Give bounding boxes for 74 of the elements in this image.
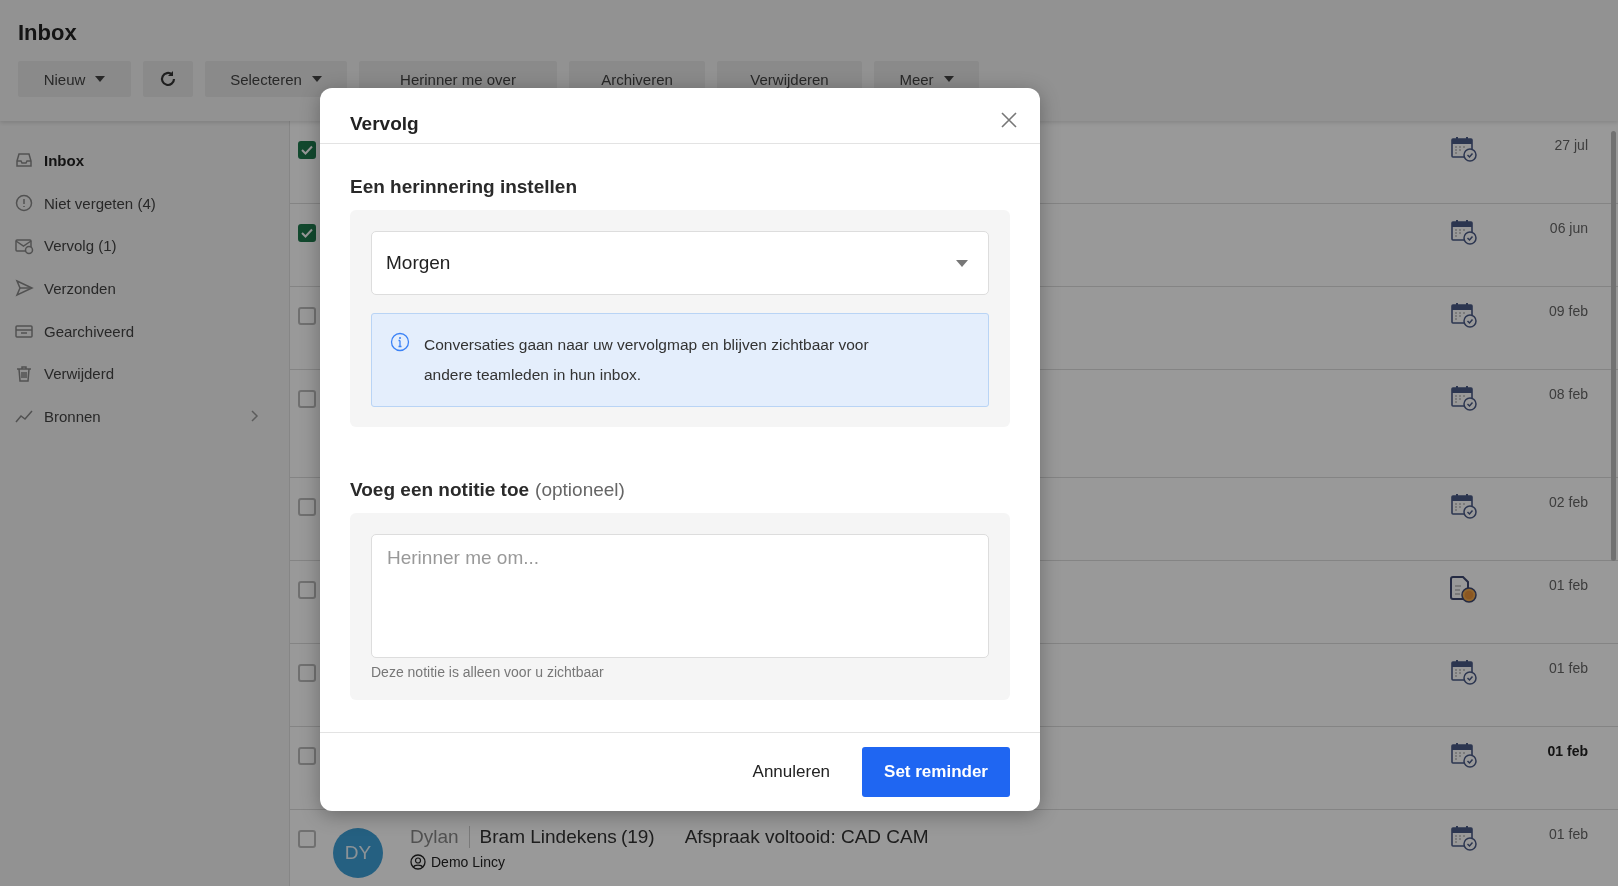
chevron-right-icon	[251, 410, 259, 423]
note-hint: Deze notitie is alleen voor u zichtbaar	[371, 664, 605, 680]
sidebar-label: Bronnen	[44, 407, 102, 425]
calendar-check-icon	[1450, 218, 1478, 246]
caret-icon	[956, 259, 968, 267]
sidebar-item[interactable]: Vervolg (1)	[0, 224, 289, 268]
message-date: 08 feb	[1548, 386, 1588, 402]
dialog-title: Vervolg	[350, 113, 419, 135]
caret-icon	[943, 76, 954, 82]
team-name: Demo Lincy	[431, 854, 505, 870]
message-date: 02 feb	[1548, 494, 1588, 510]
caret-icon	[95, 76, 106, 82]
sidebar-item[interactable]: Inbox	[0, 139, 289, 182]
paper-plane-icon	[14, 278, 34, 299]
exclamation-circle-icon	[14, 193, 34, 214]
row-checkbox[interactable]	[298, 498, 316, 516]
refresh-icon	[158, 69, 178, 89]
sidebar-item[interactable]: Verwijderd	[0, 352, 289, 396]
section-heading: Een herinnering instellen	[350, 176, 578, 198]
info-text: Conversaties gaan naar uw vervolgmap en blijven zichtbaar voor andere teamleden in hun inbox.	[424, 335, 870, 385]
row-checkbox[interactable]	[298, 664, 316, 682]
sidebar-item[interactable]: Gearchiveerd	[0, 309, 289, 353]
row-checkbox[interactable]	[298, 307, 316, 325]
row-checkbox[interactable]	[298, 224, 316, 242]
document-coin-icon	[1448, 575, 1478, 603]
row-checkbox[interactable]	[298, 390, 316, 408]
calendar-check-icon	[1450, 658, 1478, 686]
page-title: Inbox	[18, 18, 78, 47]
caret-icon	[311, 76, 322, 82]
cancel-button[interactable]: Annuleren	[750, 747, 833, 797]
message-date: 01 feb	[1548, 660, 1588, 676]
contact-name: Bram Lindekens	[479, 826, 617, 848]
scrollbar[interactable]	[1611, 131, 1616, 561]
message-subject: Afspraak voltooid: CAD CAM	[684, 826, 929, 848]
message-date: 27 jul	[1553, 137, 1588, 153]
calendar-check-icon	[1450, 824, 1478, 852]
set-reminder-button[interactable]: Set reminder	[862, 747, 1010, 797]
reminder-select[interactable]: Morgen	[371, 231, 989, 295]
avatar: DY	[333, 828, 383, 878]
message-date: 01 feb	[1548, 577, 1588, 593]
message-date: 01 feb	[1548, 826, 1588, 842]
message-count: (19)	[620, 826, 655, 848]
section-heading: Voeg een notitie toe	[350, 479, 530, 501]
calendar-check-icon	[1450, 384, 1478, 412]
info-icon	[390, 332, 410, 352]
message-date: 06 jun	[1548, 220, 1588, 236]
calendar-check-icon	[1450, 741, 1478, 769]
sidebar-label: Gearchiveerd	[44, 322, 136, 340]
sidebar-item[interactable]: Bronnen	[0, 395, 289, 438]
sidebar-label: Inbox	[44, 151, 85, 169]
note-field[interactable]: Herinner me om...	[371, 534, 989, 658]
calendar-check-icon	[1450, 301, 1478, 329]
sidebar-label: Verwijderd	[44, 365, 116, 383]
sidebar-label: Vervolg (1)	[44, 237, 118, 255]
message-date: 01 feb	[1546, 743, 1588, 759]
toolbar-dropdown[interactable]: Nieuw	[18, 61, 131, 97]
row-checkbox[interactable]	[298, 581, 316, 599]
sidebar-item[interactable]: Niet vergeten (4)	[0, 181, 289, 225]
calendar-check-icon	[1450, 135, 1478, 163]
row-checkbox[interactable]	[298, 830, 316, 848]
user-circle-icon	[410, 854, 426, 870]
message-date: 09 feb	[1548, 303, 1588, 319]
trash-icon	[14, 363, 34, 384]
toolbar-dropdown[interactable]: Selecteren	[205, 61, 347, 97]
refresh-button[interactable]	[143, 61, 193, 97]
calendar-check-icon	[1450, 492, 1478, 520]
close-icon	[1000, 111, 1018, 129]
sidebar-label: Verzonden	[44, 279, 117, 297]
sidebar-label: Niet vergeten (4)	[44, 194, 157, 212]
agent-name: Dylan	[410, 826, 470, 848]
row-checkbox[interactable]	[298, 747, 316, 765]
row-checkbox[interactable]	[298, 141, 316, 159]
optional-label: (optioneel)	[535, 479, 625, 501]
sidebar-item[interactable]: Verzonden	[0, 267, 289, 310]
